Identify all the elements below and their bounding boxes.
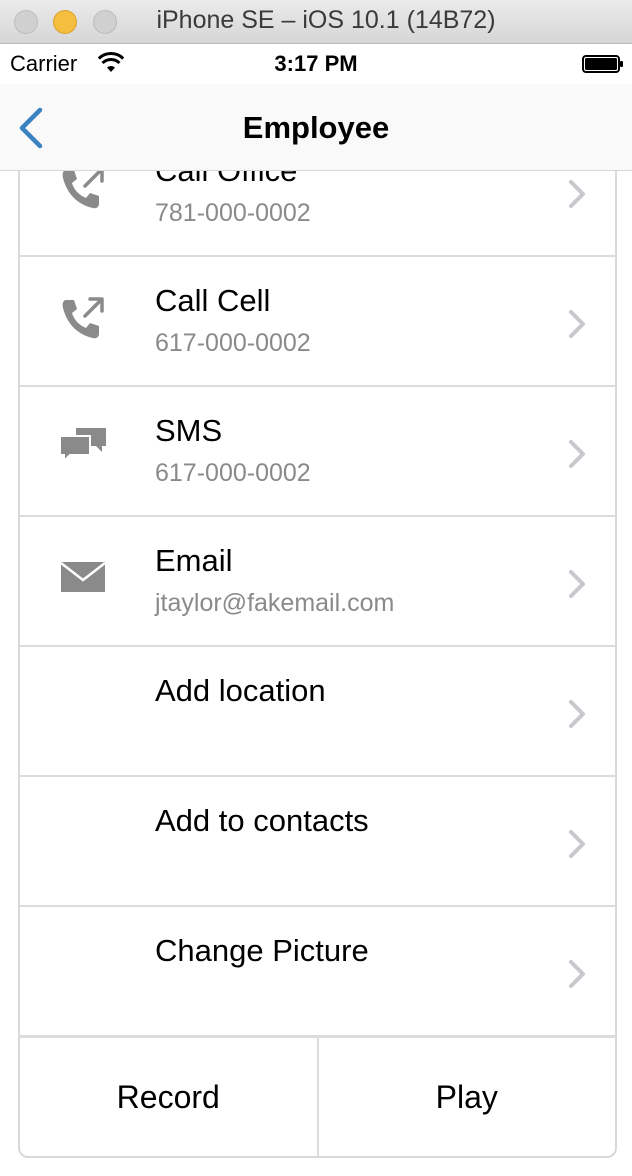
minimize-window-button[interactable] <box>53 10 77 34</box>
row-label: Call Cell <box>155 283 271 318</box>
status-bar: Carrier 3:17 PM <box>0 44 632 84</box>
row-label: Add to contacts <box>155 803 369 838</box>
media-button-bar: Record Play <box>18 1036 617 1158</box>
chevron-right-icon <box>567 569 587 599</box>
window-titlebar: iPhone SE – iOS 10.1 (14B72) <box>0 0 632 44</box>
email-row[interactable]: Email jtaylor@fakemail.com <box>20 517 615 647</box>
row-label: SMS <box>155 413 223 448</box>
row-label: Call Office <box>155 171 297 189</box>
battery-icon <box>582 55 623 73</box>
chevron-right-icon <box>567 829 587 859</box>
office-phone-number: 781-000-0002 <box>155 199 311 227</box>
close-window-button[interactable] <box>14 10 38 34</box>
change-picture-row[interactable]: Change Picture <box>20 907 615 1037</box>
sms-phone-number: 617-000-0002 <box>155 459 311 487</box>
add-to-contacts-row[interactable]: Add to contacts <box>20 777 615 907</box>
action-list-viewport[interactable]: Call Office 781-000-0002 Call Cell 617-0… <box>0 171 632 1176</box>
action-list: Call Office 781-000-0002 Call Cell 617-0… <box>18 171 617 1037</box>
zoom-window-button[interactable] <box>93 10 117 34</box>
call-cell-row[interactable]: Call Cell 617-000-0002 <box>20 257 615 387</box>
add-location-row[interactable]: Add location <box>20 647 615 777</box>
cell-phone-number: 617-000-0002 <box>155 329 311 357</box>
phone-icon <box>58 171 108 214</box>
phone-icon <box>58 294 108 344</box>
email-address: jtaylor@fakemail.com <box>155 589 395 617</box>
page-title: Employee <box>242 110 390 145</box>
status-time: 3:17 PM <box>274 51 358 76</box>
simulator-window: iPhone SE – iOS 10.1 (14B72) Carrier 3:1… <box>0 0 632 1176</box>
row-label: Email <box>155 543 233 578</box>
play-button[interactable]: Play <box>316 1038 616 1156</box>
navigation-bar: Employee <box>0 84 632 171</box>
chevron-right-icon <box>567 959 587 989</box>
envelope-icon <box>58 554 108 604</box>
sms-row[interactable]: SMS 617-000-0002 <box>20 387 615 517</box>
window-title: iPhone SE – iOS 10.1 (14B72) <box>156 6 496 34</box>
row-label: Add location <box>155 673 326 708</box>
chevron-right-icon <box>567 179 587 209</box>
chevron-right-icon <box>567 699 587 729</box>
call-office-row[interactable]: Call Office 781-000-0002 <box>20 171 615 257</box>
row-label: Change Picture <box>155 933 369 968</box>
chevron-right-icon <box>567 439 587 469</box>
chevron-right-icon <box>567 309 587 339</box>
chat-bubbles-icon <box>58 424 108 474</box>
record-button[interactable]: Record <box>20 1038 317 1156</box>
